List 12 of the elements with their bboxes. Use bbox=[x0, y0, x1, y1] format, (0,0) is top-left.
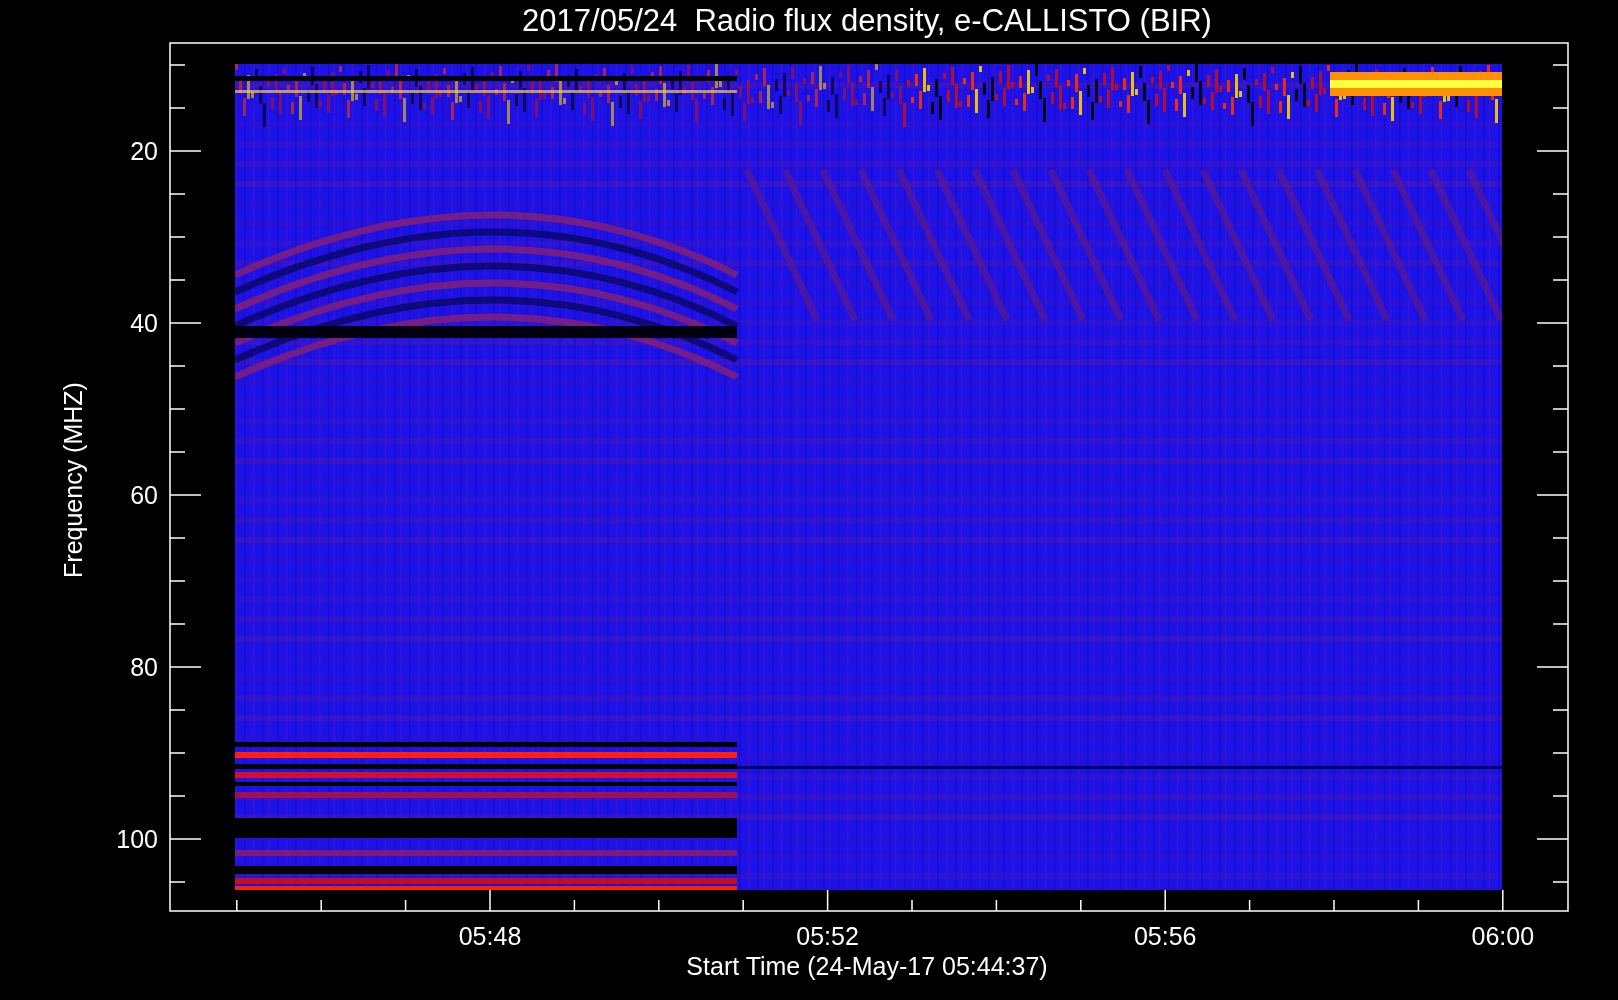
tick-label: 100 bbox=[116, 825, 158, 853]
tick-label: 80 bbox=[130, 653, 158, 681]
tick-label: 06:00 bbox=[1471, 922, 1535, 950]
tick-label: 05:52 bbox=[796, 922, 859, 950]
axis-label: Start Time (24-May-17 05:44:37) bbox=[686, 952, 1048, 980]
tick-label: 60 bbox=[130, 481, 158, 509]
tick-label: 05:48 bbox=[458, 922, 522, 950]
axis-label: Frequency (MHZ) bbox=[59, 382, 87, 578]
tick-label: 05:56 bbox=[1133, 922, 1197, 950]
tick-label: 20 bbox=[130, 137, 158, 165]
tick-label: 40 bbox=[130, 309, 158, 337]
plot-title: 2017/05/24 Radio flux density, e-CALLISTO (BIR) bbox=[522, 3, 1212, 38]
